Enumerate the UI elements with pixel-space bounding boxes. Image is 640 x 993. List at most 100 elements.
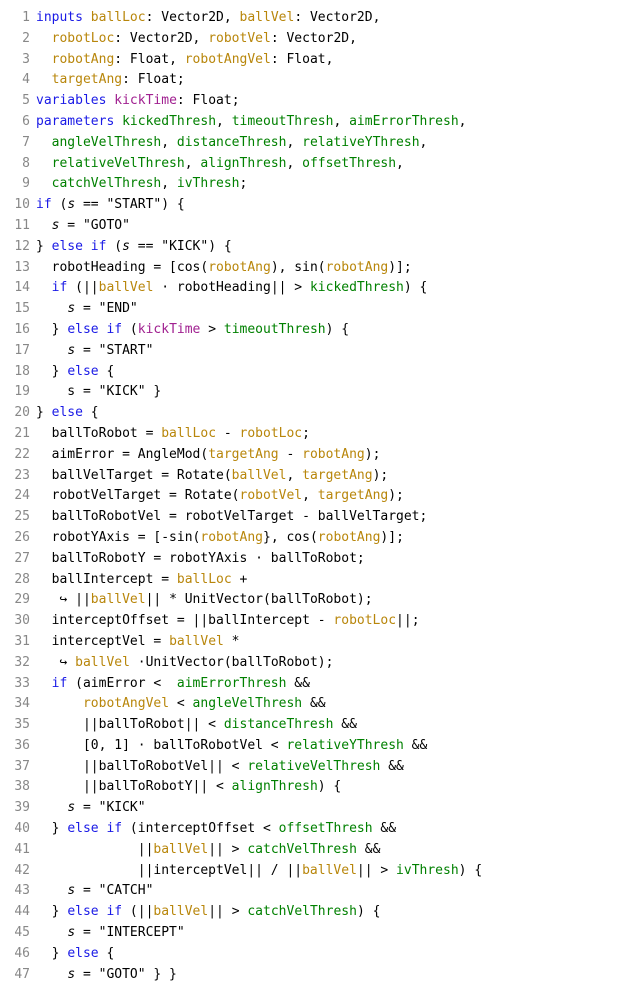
line-content: s = "GOTO" (36, 216, 130, 237)
token-txt: && (380, 759, 403, 774)
line-number: 35 (8, 715, 30, 736)
code-line: 15 s = "END" (8, 299, 632, 320)
token-txt: , (161, 135, 177, 150)
token-txt: ), sin( (271, 260, 326, 275)
line-content: s = "START" (36, 341, 153, 362)
code-line: 20 } else { (8, 403, 632, 424)
token-txt: , (302, 488, 318, 503)
token-txt: || (36, 842, 153, 857)
token-name: ballVel (169, 634, 224, 649)
line-content: s = "INTERCEPT" (36, 923, 185, 944)
token-name: ballLoc (91, 10, 146, 25)
token-txt (36, 280, 52, 295)
token-txt: ||ballToRobotVel|| < (36, 759, 247, 774)
token-txt: , (333, 114, 349, 129)
token-txt: ballToRobot = (36, 426, 161, 441)
line-number: 23 (8, 466, 30, 487)
token-param: relativeYThresh (286, 738, 403, 753)
line-number: 16 (8, 320, 30, 341)
token-param: offsetThresh (279, 821, 373, 836)
token-txt: ) { (318, 779, 341, 794)
code-line: 19 s = "KICK" } (8, 382, 632, 403)
token-name: robotAng (52, 52, 115, 67)
line-number: 10 (8, 195, 30, 216)
token-txt: s = "KICK" } (36, 384, 161, 399)
token-txt: ) { (326, 322, 349, 337)
code-line: 28 ballIntercept = ballLoc + (8, 570, 632, 591)
token-kw: else if (67, 821, 122, 836)
line-number: 32 (8, 653, 30, 674)
token-txt (36, 800, 67, 815)
token-name: targetAng (318, 488, 388, 503)
token-txt: } (36, 946, 67, 961)
code-line: 3 robotAng: Float, robotAngVel: Float, (8, 50, 632, 71)
token-txt: : Vector2D, (146, 10, 240, 25)
code-line: 34 robotAngVel < angleVelThresh && (8, 694, 632, 715)
token-name: robotAng (318, 530, 381, 545)
token-name: ballVel (153, 904, 208, 919)
token-txt: ||ballToRobotY|| < (36, 779, 232, 794)
token-txt: && (404, 738, 427, 753)
line-number: 26 (8, 528, 30, 549)
token-param: aimErrorThresh (349, 114, 459, 129)
token-param: ivThresh (396, 863, 459, 878)
line-content: robotVelTarget = Rotate(robotVel, target… (36, 486, 404, 507)
line-content: angleVelThresh, distanceThresh, relative… (36, 133, 427, 154)
token-kw: else if (52, 239, 107, 254)
token-txt: : Float; (177, 93, 240, 108)
token-it: s (67, 800, 75, 815)
line-number: 19 (8, 382, 30, 403)
token-kw: if (36, 197, 52, 212)
line-number: 38 (8, 777, 30, 798)
token-txt: || > (208, 904, 247, 919)
token-kw: parameters (36, 114, 114, 129)
line-number: 20 (8, 403, 30, 424)
line-number: 25 (8, 507, 30, 528)
token-txt: * (224, 634, 240, 649)
token-txt (83, 10, 91, 25)
line-content: } else if (||ballVel|| > catchVelThresh)… (36, 902, 380, 923)
token-txt: ||; (396, 613, 419, 628)
line-number: 24 (8, 486, 30, 507)
line-content: if (aimError < aimErrorThresh && (36, 674, 310, 695)
line-number: 5 (8, 91, 30, 112)
token-txt (36, 176, 52, 191)
token-it: s (122, 239, 130, 254)
token-param: timeoutThresh (232, 114, 334, 129)
token-txt: && (302, 696, 325, 711)
line-content: robotAngVel < angleVelThresh && (36, 694, 326, 715)
code-line: 11 s = "GOTO" (8, 216, 632, 237)
token-txt: [0, 1] · ballToRobotVel < (36, 738, 286, 753)
token-name: ballVel (99, 280, 154, 295)
token-param: timeoutThresh (224, 322, 326, 337)
token-param: offsetThresh (302, 156, 396, 171)
token-name: robotLoc (240, 426, 303, 441)
line-number: 17 (8, 341, 30, 362)
token-txt: : Vector2D, (114, 31, 208, 46)
line-number: 44 (8, 902, 30, 923)
line-content: if (||ballVel · robotHeading|| > kickedT… (36, 278, 427, 299)
code-line: 43 s = "CATCH" (8, 881, 632, 902)
line-content: s = "KICK" (36, 798, 146, 819)
code-line: 23 ballVelTarget = Rotate(ballVel, targe… (8, 466, 632, 487)
token-name: robotLoc (333, 613, 396, 628)
line-content: ballIntercept = ballLoc + (36, 570, 247, 591)
token-txt: && (357, 842, 380, 857)
line-content: s = "GOTO" } } (36, 965, 177, 986)
code-line: 47 s = "GOTO" } } (8, 965, 632, 986)
token-it: s (67, 883, 75, 898)
token-txt: ( (52, 197, 68, 212)
code-line: 18 } else { (8, 362, 632, 383)
code-line: 27 ballToRobotY = robotYAxis · ballToRob… (8, 549, 632, 570)
line-content: targetAng: Float; (36, 70, 185, 91)
token-txt (36, 883, 67, 898)
code-line: 32 ↪ ballVel ·UnitVector(ballToRobot); (8, 653, 632, 674)
code-line: 1inputs ballLoc: Vector2D, ballVel: Vect… (8, 8, 632, 29)
code-line: 29 ↪ ||ballVel|| * UnitVector(ballToRobo… (8, 590, 632, 611)
code-line: 9 catchVelThresh, ivThresh; (8, 174, 632, 195)
token-txt: · robotHeading|| > (153, 280, 310, 295)
token-txt: ↪ (36, 655, 75, 670)
line-number: 31 (8, 632, 30, 653)
line-content: } else { (36, 403, 99, 424)
token-txt: ballToRobotVel = robotVelTarget - ballVe… (36, 509, 427, 524)
